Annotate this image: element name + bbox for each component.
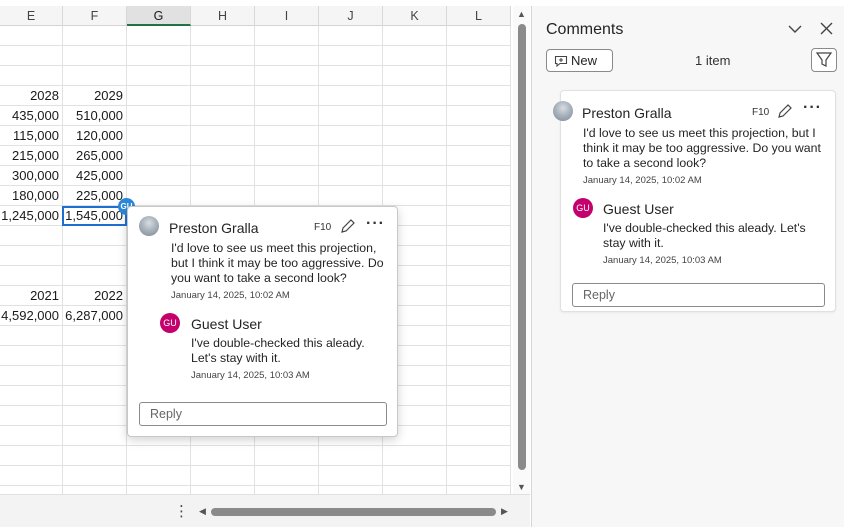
cell-e-value[interactable]: 435,000 [0, 106, 62, 126]
column-header-h[interactable]: H [191, 6, 255, 26]
avatar: GU [160, 313, 180, 333]
scroll-down-icon[interactable]: ▼ [517, 482, 526, 492]
thread-cell-ref: F10 [752, 107, 770, 118]
column-header-g[interactable]: G [127, 6, 191, 26]
column-header-i[interactable]: I [255, 6, 319, 26]
filter-icon [815, 52, 833, 67]
column-header-e[interactable]: E [0, 6, 63, 26]
new-button-label: New [571, 53, 598, 68]
column-header-f[interactable]: F [63, 6, 127, 26]
cell-f-value[interactable]: 225,000 [62, 186, 126, 206]
vertical-scroll-thumb[interactable] [518, 24, 526, 470]
cell-e-value[interactable]: 180,000 [0, 186, 62, 206]
more-options-icon[interactable]: ⋮ [174, 502, 189, 520]
cell-e-value[interactable]: 2028 [0, 86, 62, 106]
column-header-row: E F G H I J K L [0, 6, 511, 26]
scroll-up-icon[interactable]: ▲ [517, 9, 526, 19]
cell-f-value[interactable]: 425,000 [62, 166, 126, 186]
selected-cell-border [62, 206, 127, 226]
scroll-left-icon[interactable]: ◀ [199, 506, 206, 516]
reply-timestamp: January 14, 2025, 10:03 AM [603, 255, 722, 266]
item-count: 1 item [695, 53, 731, 68]
horizontal-scroll-thumb[interactable] [211, 508, 496, 516]
cell-f-value[interactable]: 120,000 [62, 126, 126, 146]
cell-e-value[interactable]: 4,592,000 [0, 306, 62, 326]
cell-f-value[interactable]: 2029 [62, 86, 126, 106]
comments-pane: Comments New 1 item Preston Gralla F10 ·… [532, 6, 844, 527]
thread-text: I'd love to see us meet this projection,… [583, 126, 821, 170]
reply-timestamp: January 14, 2025, 10:03 AM [191, 370, 310, 381]
comment-popup[interactable]: Preston Gralla F10 ··· I'd love to see u… [127, 206, 398, 437]
column-header-j[interactable]: J [319, 6, 383, 26]
pane-title: Comments [546, 21, 624, 38]
edit-icon[interactable] [340, 218, 356, 237]
reply-input[interactable]: Reply [139, 402, 387, 426]
vertical-scrollbar[interactable]: ▲ ▼ [513, 6, 530, 494]
reply-text: I've double-checked this aleady. Let's s… [603, 221, 806, 250]
column-header-k[interactable]: K [383, 6, 447, 26]
chevron-down-icon[interactable] [788, 22, 802, 40]
thread-timestamp: January 14, 2025, 10:02 AM [583, 175, 702, 186]
thread-author: Preston Gralla [582, 105, 672, 121]
more-icon[interactable]: ··· [803, 100, 822, 116]
horizontal-scroll-bar: ⋮ ◀ ▶ [0, 494, 530, 527]
cell-e-value[interactable]: 300,000 [0, 166, 62, 186]
reply-text: I've double-checked this aleady. Let's s… [191, 336, 365, 365]
more-icon[interactable]: ··· [366, 216, 385, 232]
thread-timestamp: January 14, 2025, 10:02 AM [171, 290, 290, 301]
reply-input[interactable]: Reply [572, 283, 825, 307]
cell-e-value[interactable]: 115,000 [0, 126, 62, 146]
close-icon[interactable] [820, 22, 833, 39]
reply-author: Guest User [191, 316, 262, 332]
cell-f-value[interactable]: 265,000 [62, 146, 126, 166]
column-header-l[interactable]: L [447, 6, 511, 26]
cell-f-value[interactable]: 6,287,000 [62, 306, 126, 326]
cell-f-value[interactable]: 2022 [62, 286, 126, 306]
cell-e-value[interactable]: 215,000 [0, 146, 62, 166]
cell-e-value[interactable]: 2021 [0, 286, 62, 306]
reply-author: Guest User [603, 201, 674, 217]
avatar [139, 216, 159, 236]
new-comment-button[interactable]: New [546, 49, 613, 72]
filter-button[interactable] [811, 48, 837, 72]
thread-author: Preston Gralla [169, 220, 259, 236]
comment-thread-card[interactable]: Preston Gralla F10 ··· I'd love to see u… [553, 90, 836, 312]
cell-f-value[interactable]: 510,000 [62, 106, 126, 126]
avatar: GU [573, 198, 593, 218]
thread-cell-ref: F10 [314, 222, 332, 233]
new-comment-icon [554, 50, 568, 74]
edit-icon[interactable] [777, 103, 793, 122]
avatar [553, 101, 573, 121]
cell-e-value[interactable]: 1,245,000 [0, 206, 62, 226]
thread-text: I'd love to see us meet this projection,… [171, 241, 384, 285]
scroll-right-icon[interactable]: ▶ [501, 506, 508, 516]
